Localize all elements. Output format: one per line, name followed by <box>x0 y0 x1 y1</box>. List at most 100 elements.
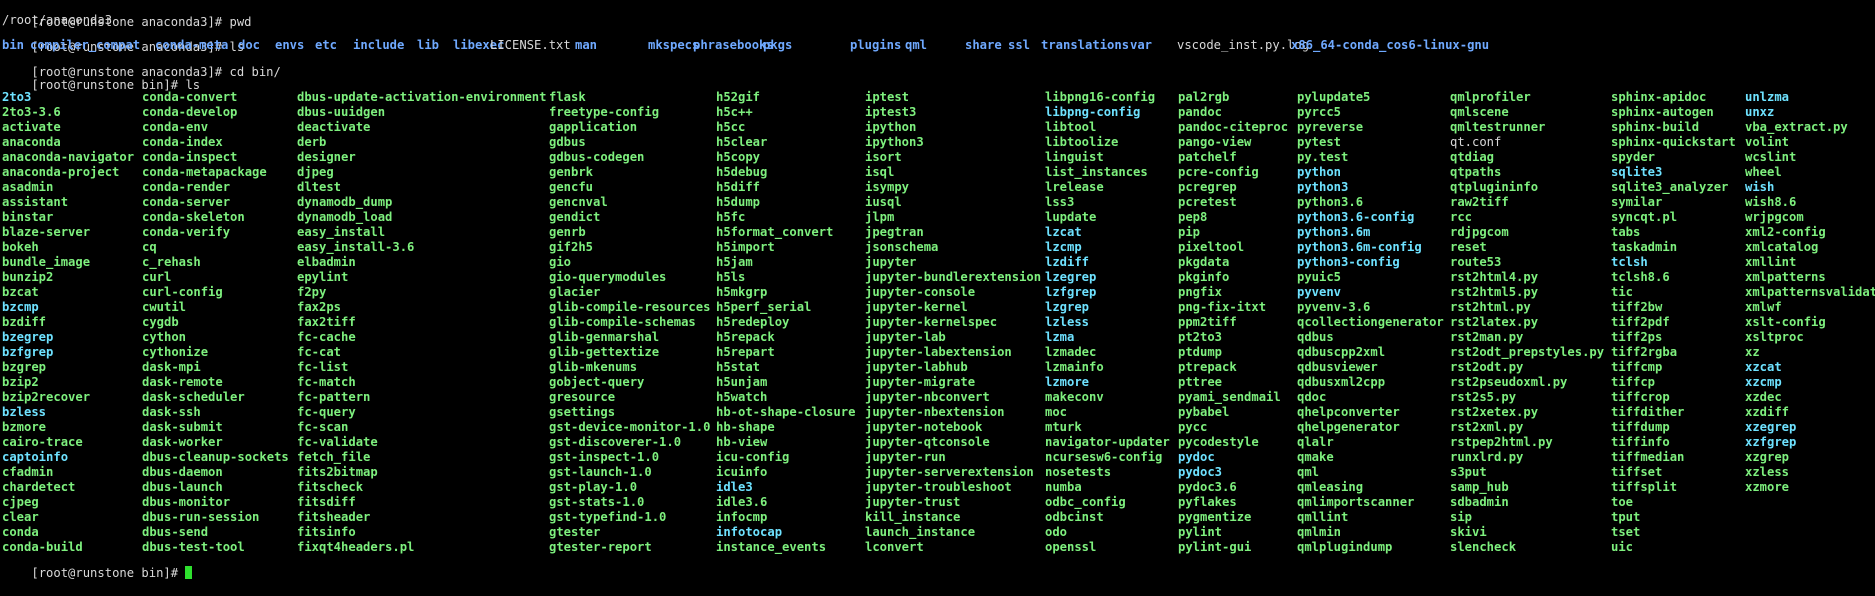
bin-entry: dbus-launch <box>142 480 223 494</box>
bin-entry: gst-stats-1.0 <box>549 495 645 509</box>
bin-entry: gtester-report <box>549 540 652 554</box>
bin-entry: idle3 <box>716 480 753 494</box>
bin-entry: conda-inspect <box>142 150 238 164</box>
bin-entry: sphinx-autogen <box>1611 105 1714 119</box>
bin-entry: h5import <box>716 240 775 254</box>
bin-entry: glib-genmarshal <box>549 330 660 344</box>
bin-entry: idle3.6 <box>716 495 768 509</box>
bin-entry: cfadmin <box>2 465 54 479</box>
bin-entry: anaconda-navigator <box>2 150 135 164</box>
bin-entry: infocmp <box>716 510 768 524</box>
bin-entry: tiffdither <box>1611 405 1685 419</box>
bin-entry: jupyter-kernelspec <box>865 315 998 329</box>
bin-entry: xzcmp <box>1745 375 1782 389</box>
bin-entry: easy_install <box>297 225 386 239</box>
bin-entry: genbrk <box>549 165 594 179</box>
bin-entry: pylint <box>1178 525 1223 539</box>
bin-entry: s3put <box>1450 465 1487 479</box>
bin-entry: glacier <box>549 285 601 299</box>
bin-entry: icu-config <box>716 450 790 464</box>
bin-entry: tiffcp <box>1611 375 1656 389</box>
bin-entry: xzless <box>1745 465 1790 479</box>
bin-entry: tclsh <box>1611 255 1648 269</box>
bin-entry: iptest <box>865 90 910 104</box>
bin-entry: curl <box>142 270 172 284</box>
bin-entry: h5unjam <box>716 375 768 389</box>
bin-entry: wrjpgcom <box>1745 210 1804 224</box>
bin-entry: jlpm <box>865 210 895 224</box>
bin-entry: dynamodb_load <box>297 210 393 224</box>
bin-entry: jupyter-qtconsole <box>865 435 990 449</box>
bin-entry: sip <box>1450 510 1473 524</box>
bin-entry: tiff2ps <box>1611 330 1663 344</box>
bin-entry: xmlwf <box>1745 300 1782 314</box>
bin-entry: libpng-config <box>1045 105 1141 119</box>
bin-entry: dbus-cleanup-sockets <box>142 450 289 464</box>
bin-entry: h5perf_serial <box>716 300 812 314</box>
bin-entry: pyuic5 <box>1297 270 1342 284</box>
bin-entry: symilar <box>1611 195 1663 209</box>
bin-entry: assistant <box>2 195 69 209</box>
bin-entry: kill_instance <box>865 510 961 524</box>
bin-entry: moc <box>1045 405 1068 419</box>
bin-entry: jupyter-labextension <box>865 345 1012 359</box>
bin-entry: pyrcc5 <box>1297 105 1342 119</box>
bin-entry: tclsh8.6 <box>1611 270 1670 284</box>
bin-entry: h5repack <box>716 330 775 344</box>
bin-entry: tiffcmp <box>1611 360 1663 374</box>
bin-entry: jupyter-nbconvert <box>865 390 990 404</box>
bin-entry: gdbus <box>549 135 586 149</box>
bin-entry: fc-list <box>297 360 349 374</box>
bin-entry: pcregrep <box>1178 180 1237 194</box>
bin-entry: fc-pattern <box>297 390 371 404</box>
bin-entry: conda-verify <box>142 225 231 239</box>
bin-entry: djpeg <box>297 165 334 179</box>
bin-entry: libpng16-config <box>1045 90 1156 104</box>
bin-entry: qml <box>1297 465 1320 479</box>
bin-entry: rst2html5.py <box>1450 285 1539 299</box>
bin-entry: dbus-run-session <box>142 510 260 524</box>
bin-entry: dask-remote <box>142 375 223 389</box>
bin-entry: bundle_image <box>2 255 91 269</box>
bin-entry: h5dump <box>716 195 761 209</box>
prompt-line-current[interactable]: [root@runstone bin]# <box>2 551 193 580</box>
bin-entry: bzmore <box>2 420 47 434</box>
bin-entry: python3.6m-config <box>1297 240 1422 254</box>
bin-entry: tiffmedian <box>1611 450 1685 464</box>
bin-entry: fitsheader <box>297 510 371 524</box>
bin-entry: cq <box>142 240 157 254</box>
bin-entry: pyreverse <box>1297 120 1364 134</box>
bin-entry: rdjpgcom <box>1450 225 1509 239</box>
bin-entry: xzcat <box>1745 360 1782 374</box>
bin-entry: odbc_config <box>1045 495 1126 509</box>
ls-bin-listing: 2to3 2to3-3.6 activate anaconda anaconda-nav… <box>2 0 1875 576</box>
bin-entry: tiffset <box>1611 465 1663 479</box>
bin-entry: rst2man.py <box>1450 330 1524 344</box>
cursor-block <box>185 566 193 579</box>
bin-entry: lzcmp <box>1045 240 1082 254</box>
terminal-window[interactable]: [root@runstone anaconda3]# pwd /root/ana… <box>2 0 1875 581</box>
bin-entry: curl-config <box>142 285 223 299</box>
bin-entry: fitscheck <box>297 480 364 494</box>
bin-entry: qtpaths <box>1450 165 1502 179</box>
bin-entry: xmlcatalog <box>1745 240 1819 254</box>
bin-entry: dbus-daemon <box>142 465 223 479</box>
bin-entry: qmlmin <box>1297 525 1342 539</box>
bin-entry: jupyter-nbextension <box>865 405 1005 419</box>
bin-entry: fetch_file <box>297 450 371 464</box>
bin-entry: tput <box>1611 510 1641 524</box>
bin-entry: python3 <box>1297 180 1349 194</box>
bin-entry: gst-launch-1.0 <box>549 465 652 479</box>
bin-entry: pygmentize <box>1178 510 1252 524</box>
bin-entry: python3.6 <box>1297 195 1364 209</box>
bin-entry: launch_instance <box>865 525 976 539</box>
bin-entry: numba <box>1045 480 1082 494</box>
shell-prompt: [root@runstone bin]# <box>31 566 186 580</box>
bin-entry: gencnval <box>549 195 608 209</box>
bin-entry: pycc <box>1178 420 1208 434</box>
bin-entry: pal2rgb <box>1178 90 1230 104</box>
bin-entry: bzegrep <box>2 330 54 344</box>
bin-entry: cython <box>142 330 187 344</box>
bin-entry: h5debug <box>716 165 768 179</box>
bin-entry: qmleasing <box>1297 480 1364 494</box>
